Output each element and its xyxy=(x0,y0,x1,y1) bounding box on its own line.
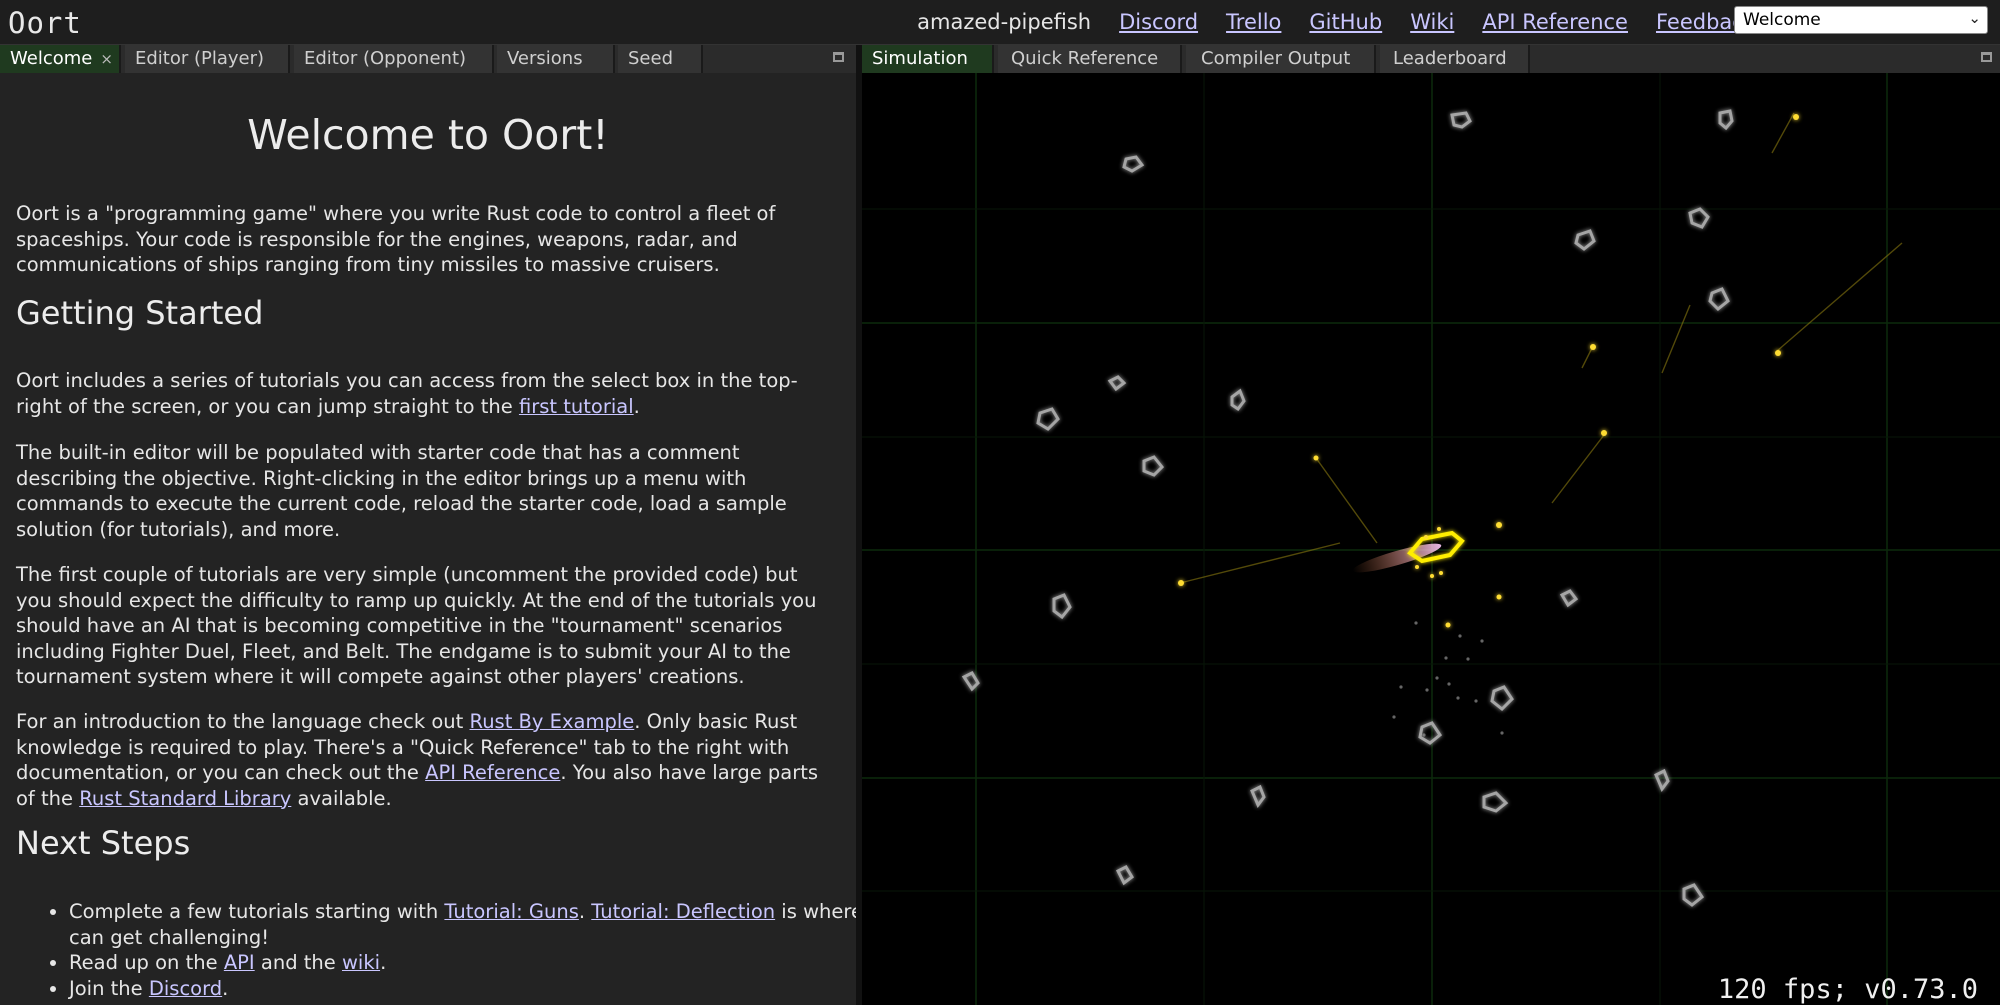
trello-link[interactable]: Trello xyxy=(1226,10,1281,34)
tab-compiler-output[interactable]: Compiler Output xyxy=(1186,45,1376,73)
tab-leaderboard[interactable]: Leaderboard xyxy=(1380,45,1530,73)
next-steps-heading: Next Steps xyxy=(16,824,191,862)
tutorial-deflection-link[interactable]: Tutorial: Deflection xyxy=(591,900,775,923)
tab-label: Compiler Output xyxy=(1201,48,1351,69)
tab-seed[interactable]: Seed xyxy=(618,45,703,73)
debris xyxy=(1392,621,1504,737)
right-tab-bar: Simulation Quick Reference Compiler Outp… xyxy=(862,45,2000,73)
tab-label: Versions xyxy=(507,48,583,69)
projectile-trails xyxy=(1179,112,1903,584)
tab-label: Quick Reference xyxy=(1011,48,1159,69)
tab-welcome[interactable]: Welcome × xyxy=(0,45,121,73)
app-logo: Oort xyxy=(8,6,82,40)
discord-link[interactable]: Discord xyxy=(1119,10,1198,34)
language-paragraph: For an introduction to the language chec… xyxy=(16,710,819,810)
discord-inline-link[interactable]: Discord xyxy=(149,977,222,1000)
fps-version-readout: 120 fps; v0.73.0 xyxy=(1717,974,1978,1005)
tab-label: Editor (Opponent) xyxy=(304,48,467,69)
top-bar: Oort amazed-pipefish Discord Trello GitH… xyxy=(0,0,2000,45)
left-tab-bar: Welcome × Editor (Player) Editor (Opponen… xyxy=(0,45,856,73)
editor-paragraph: The built-in editor will be populated wi… xyxy=(16,441,787,541)
tab-editor-opponent[interactable]: Editor (Opponent) xyxy=(294,45,494,73)
tutorial-guns-link[interactable]: Tutorial: Guns xyxy=(444,900,578,923)
tutorials-paragraph: Oort includes a series of tutorials you … xyxy=(16,369,798,418)
first-tutorial-link[interactable]: first tutorial xyxy=(519,395,634,418)
scenario-select[interactable]: Welcome ⌄ xyxy=(1734,6,1988,34)
next-steps-list: Complete a few tutorials starting with T… xyxy=(16,899,856,1001)
api-reference-inline-link[interactable]: API Reference xyxy=(425,761,560,784)
tab-label: Leaderboard xyxy=(1393,48,1507,69)
asteroids xyxy=(961,109,1734,907)
chevron-down-icon: ⌄ xyxy=(1968,9,1981,27)
intro-paragraph: Oort is a "programming game" where you w… xyxy=(16,202,776,276)
top-nav: amazed-pipefish Discord Trello GitHub Wi… xyxy=(917,6,1756,38)
tab-quick-reference[interactable]: Quick Reference xyxy=(998,45,1182,73)
scenario-select-value: Welcome xyxy=(1743,10,1821,30)
simulation-canvas[interactable] xyxy=(862,73,2000,1005)
list-item: Join the Discord. xyxy=(69,976,856,1002)
rust-by-example-link[interactable]: Rust By Example xyxy=(470,710,635,733)
api-reference-link[interactable]: API Reference xyxy=(1482,10,1628,34)
difficulty-paragraph: The first couple of tutorials are very s… xyxy=(16,563,817,688)
tab-versions[interactable]: Versions xyxy=(497,45,615,73)
rust-std-link[interactable]: Rust Standard Library xyxy=(79,787,291,810)
wiki-link[interactable]: Wiki xyxy=(1410,10,1454,34)
maximize-icon[interactable] xyxy=(833,52,844,62)
tab-label: Editor (Player) xyxy=(135,48,265,69)
list-item: Read up on the API and the wiki. xyxy=(69,950,856,976)
username: amazed-pipefish xyxy=(917,10,1092,34)
wiki-inline-link[interactable]: wiki xyxy=(342,951,380,974)
tab-label: Simulation xyxy=(872,48,968,69)
simulation-view[interactable]: 120 fps; v0.73.0 xyxy=(862,73,2000,1005)
list-item: Complete a few tutorials starting with T… xyxy=(69,899,856,950)
tab-label: Seed xyxy=(628,48,673,69)
tab-label: Welcome xyxy=(10,48,93,69)
close-icon[interactable]: × xyxy=(100,50,113,68)
getting-started-heading: Getting Started xyxy=(16,294,264,332)
welcome-title: Welcome to Oort! xyxy=(247,111,609,159)
welcome-panel: Welcome to Oort! Oort is a "programming … xyxy=(0,73,856,1005)
tab-editor-player[interactable]: Editor (Player) xyxy=(125,45,290,73)
api-link[interactable]: API xyxy=(224,951,255,974)
github-link[interactable]: GitHub xyxy=(1309,10,1382,34)
tab-simulation[interactable]: Simulation xyxy=(862,45,994,73)
maximize-icon[interactable] xyxy=(1981,52,1992,62)
